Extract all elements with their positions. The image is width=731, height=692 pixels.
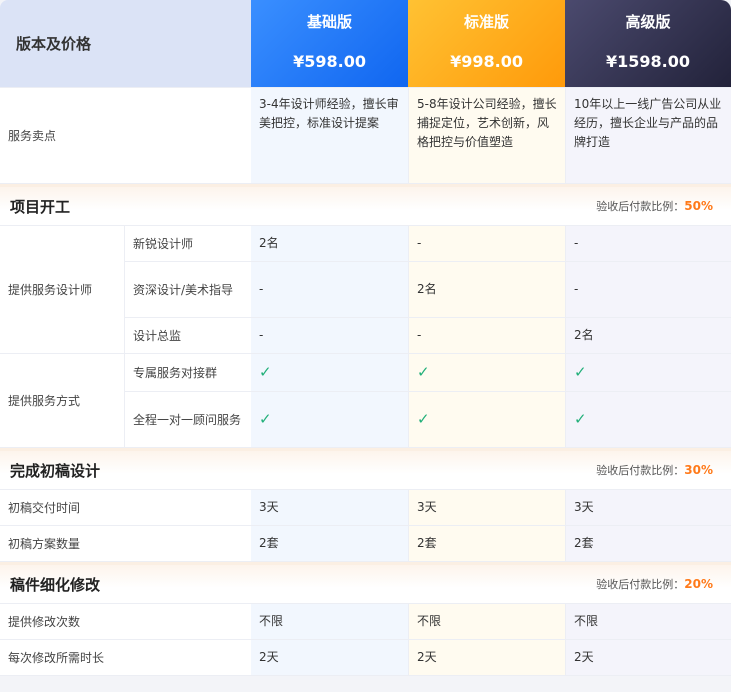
row-label: 提供修改次数 (0, 604, 252, 640)
cell-standard: 2套 (408, 526, 566, 562)
plan-advanced[interactable]: 高级版 ¥1598.00 (565, 0, 731, 88)
ratio-label: 验收后付款比例： (596, 464, 685, 477)
row-label: 提供服务设计师 (0, 226, 124, 354)
header-row: 版本及价格 基础版 ¥598.00 标准版 ¥998.00 高级版 ¥1598.… (0, 0, 731, 88)
sub-label: 设计总监 (124, 318, 252, 354)
plan-standard[interactable]: 标准版 ¥998.00 (408, 0, 566, 88)
ratio-value: 50% (684, 199, 714, 213)
plan-name: 高级版 (625, 12, 671, 31)
selling-row: 服务卖点 3-4年设计师经验，擅长审美把控，标准设计提案 5-8年设计公司经验，… (0, 88, 731, 184)
cell-basic: 不限 (251, 604, 409, 640)
pricing-table: 版本及价格 基础版 ¥598.00 标准版 ¥998.00 高级版 ¥1598.… (0, 0, 731, 676)
row-label: 初稿方案数量 (0, 526, 252, 562)
table-row: 提供服务方式 专属服务对接群 ✓ ✓ ✓ (0, 354, 731, 448)
cell-advanced: 3天 (565, 490, 731, 526)
sub-label: 专属服务对接群 (124, 354, 252, 392)
ratio-label: 验收后付款比例： (596, 200, 685, 213)
check-icon: ✓ (417, 362, 430, 381)
plan-name: 标准版 (464, 12, 510, 31)
table-row: 初稿交付时间 3天 3天 3天 (0, 490, 731, 526)
cell-standard: - (408, 318, 566, 354)
cell-basic: - (251, 262, 409, 318)
cell-advanced: 2名 (565, 318, 731, 354)
cell-advanced: 不限 (565, 604, 731, 640)
plan-price: ¥598.00 (293, 51, 366, 71)
table-row: 初稿方案数量 2套 2套 2套 (0, 526, 731, 562)
section-title: 稿件细化修改 (0, 562, 409, 604)
table-row: 提供服务设计师 新锐设计师 2名 - - (0, 226, 731, 354)
cell-standard: 5-8年设计公司经验，擅长捕捉定位，艺术创新，风格把控与价值塑造 (408, 88, 566, 184)
row-label: 提供服务方式 (0, 354, 124, 448)
cell-basic: - (251, 318, 409, 354)
ratio-value: 30% (684, 463, 714, 477)
cell-basic: 2天 (251, 640, 409, 676)
cell-basic: 2套 (251, 526, 409, 562)
plan-price: ¥998.00 (450, 51, 523, 71)
cell-standard: 3天 (408, 490, 566, 526)
header-title: 版本及价格 (0, 0, 252, 88)
section-kickoff: 项目开工 验收后付款比例：50% (0, 184, 731, 226)
cell-basic: 3天 (251, 490, 409, 526)
table-row: 提供修改次数 不限 不限 不限 (0, 604, 731, 640)
cell-standard: 2天 (408, 640, 566, 676)
plan-basic[interactable]: 基础版 ¥598.00 (251, 0, 409, 88)
cell-basic: 2名 (251, 226, 409, 262)
sub-label: 新锐设计师 (124, 226, 252, 262)
section-title: 项目开工 (0, 184, 409, 226)
cell-advanced: 2套 (565, 526, 731, 562)
check-icon: ✓ (259, 409, 272, 428)
payment-ratio: 验收后付款比例：50% (408, 184, 731, 226)
cell-basic: 3-4年设计师经验，擅长审美把控，标准设计提案 (251, 88, 409, 184)
plan-name: 基础版 (307, 12, 353, 31)
payment-ratio: 验收后付款比例：30% (408, 448, 731, 490)
ratio-label: 验收后付款比例： (596, 578, 685, 591)
table-row: 每次修改所需时长 2天 2天 2天 (0, 640, 731, 676)
cell-advanced: - (565, 262, 731, 318)
check-icon: ✓ (259, 362, 272, 381)
payment-ratio: 验收后付款比例：20% (408, 562, 731, 604)
cell-standard: - (408, 226, 566, 262)
row-label: 初稿交付时间 (0, 490, 252, 526)
row-label: 每次修改所需时长 (0, 640, 252, 676)
check-icon: ✓ (574, 362, 587, 381)
cell-standard: 2名 (408, 262, 566, 318)
check-icon: ✓ (574, 409, 587, 428)
section-draft: 完成初稿设计 验收后付款比例：30% (0, 448, 731, 490)
sub-label: 全程一对一顾问服务 (124, 392, 252, 448)
section-title: 完成初稿设计 (0, 448, 409, 490)
plan-price: ¥1598.00 (606, 51, 691, 71)
cell-advanced: 2天 (565, 640, 731, 676)
sub-label: 资深设计/美术指导 (124, 262, 252, 318)
ratio-value: 20% (684, 577, 714, 591)
row-label: 服务卖点 (0, 88, 252, 184)
check-icon: ✓ (417, 409, 430, 428)
cell-advanced: 10年以上一线广告公司从业经历，擅长企业与产品的品牌打造 (565, 88, 731, 184)
section-revise: 稿件细化修改 验收后付款比例：20% (0, 562, 731, 604)
pricing-comparison: 版本及价格 基础版 ¥598.00 标准版 ¥998.00 高级版 ¥1598.… (0, 0, 731, 692)
cell-advanced: - (565, 226, 731, 262)
cell-standard: 不限 (408, 604, 566, 640)
